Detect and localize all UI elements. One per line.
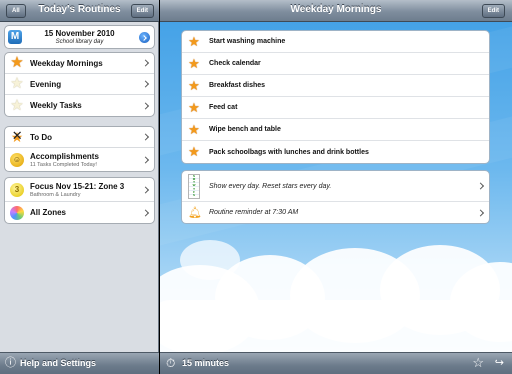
detail-toolbar: ⏱︎ 15 minutes ☆ ↪ [160, 352, 512, 374]
accomplishments-count: 11 Tasks Completed Today! [30, 161, 97, 168]
task-label: Wipe bench and table [209, 126, 281, 133]
focus-zone-area: Bathroom & Laundry [30, 191, 81, 198]
schedule-text: Show every day. Reset stars every day. [209, 182, 332, 190]
routine-detail-pane: Weekday Mornings Edit ★ Start washing ma… [160, 0, 512, 374]
task-list: ★ Start washing machine ★ Check calendar… [181, 30, 490, 164]
sidebar-toolbar: ⓘ Help and Settings [0, 352, 159, 374]
chevron-right-icon [476, 182, 485, 190]
sidebar-edit-button[interactable]: Edit [130, 4, 154, 18]
task-row[interactable]: ★ Check calendar [182, 53, 489, 75]
star-icon[interactable]: ★ [187, 56, 201, 71]
task-label: Pack schoolbags with lunches and drink b… [209, 148, 369, 156]
chevron-right-icon [476, 208, 485, 217]
chevron-right-icon [141, 208, 150, 217]
focus-zone-item[interactable]: 3 Focus Nov 15-21: Zone 3 Bathroom & Lau… [5, 178, 154, 202]
chevron-right-icon [141, 155, 150, 164]
smiley-icon: ☺ [9, 152, 25, 168]
zone-3-icon: 3 [9, 182, 25, 198]
timer-button[interactable]: 15 minutes [182, 358, 229, 368]
task-label: Check calendar [209, 60, 261, 67]
chevron-right-icon [141, 59, 150, 67]
schedule-row[interactable]: S M T W T F S Show every day. Reset star… [182, 171, 489, 202]
routine-item-weekday-mornings[interactable]: ★ Weekday Mornings [5, 53, 154, 74]
share-icon[interactable]: ↪ [495, 357, 504, 369]
accomplishments-label: Accomplishments [30, 151, 99, 161]
routine-item-evening[interactable]: ★ Evening [5, 74, 154, 95]
accomplishments-item[interactable]: ☺ Accomplishments 11 Tasks Completed Tod… [5, 148, 154, 171]
chevron-right-icon [141, 101, 150, 110]
zones-list: 3 Focus Nov 15-21: Zone 3 Bathroom & Lau… [4, 177, 155, 224]
sidebar-navbar: All Today's Routines Edit [0, 0, 159, 22]
chevron-right-icon [141, 80, 150, 88]
star-icon[interactable]: ★ [187, 100, 201, 115]
date-note: School library day [55, 39, 104, 45]
routine-title: Weekday Mornings [290, 4, 382, 15]
todo-cross-icon: ★ ✕ [10, 128, 24, 145]
star-outline-icon: ★ [10, 75, 24, 92]
help-icon[interactable]: ⓘ [5, 357, 16, 369]
all-zones-label: All Zones [30, 208, 67, 217]
todo-label: To Do [30, 132, 53, 142]
task-row[interactable]: ★ Start washing machine [182, 31, 489, 53]
routine-item-weekly-tasks[interactable]: ★ Weekly Tasks [5, 95, 154, 116]
help-settings-button[interactable]: Help and Settings [20, 358, 96, 368]
reminder-row[interactable]: 🔔︎ Routine reminder at 7:30 AM [182, 202, 489, 223]
task-row[interactable]: ★ Wipe bench and table [182, 119, 489, 141]
star-icon[interactable]: ★ [187, 122, 201, 137]
chevron-right-icon [141, 185, 150, 194]
next-day-arrow-icon[interactable] [139, 32, 150, 43]
routines-sidebar: All Today's Routines Edit M 15 November … [0, 0, 159, 374]
chevron-right-icon [141, 133, 150, 141]
task-row[interactable]: ★ Breakfast dishes [182, 75, 489, 97]
task-row[interactable]: ★ Feed cat [182, 97, 489, 119]
task-label: Start washing machine [209, 38, 286, 45]
zones-flower-icon [9, 205, 25, 221]
all-zones-item[interactable]: All Zones [5, 202, 154, 223]
detail-navbar: Weekday Mornings Edit [160, 0, 512, 22]
task-row[interactable]: ★ Pack schoolbags with lunches and drink… [182, 141, 489, 163]
task-label: Feed cat [209, 104, 238, 111]
routine-label: Weekly Tasks [30, 101, 82, 110]
routine-edit-button[interactable]: Edit [481, 4, 505, 18]
star-icon[interactable]: ★ [187, 145, 201, 159]
routine-label: Evening [30, 79, 62, 89]
star-outline-icon: ★ [10, 96, 24, 114]
todo-list: ★ ✕ To Do ☺ Accomplishments 11 Tasks Comp… [4, 126, 155, 172]
reminder-text: Routine reminder at 7:30 AM [209, 209, 299, 216]
focus-zone-label: Focus Nov 15-21: Zone 3 [30, 181, 125, 191]
star-icon[interactable]: ★ [187, 78, 201, 93]
routine-list: ★ Weekday Mornings ★ Evening ★ Weekly Ta… [4, 52, 155, 117]
star-icon[interactable]: ★ [187, 34, 201, 49]
star-icon: ★ [10, 54, 24, 71]
stopwatch-icon[interactable]: ⏱︎ [166, 357, 175, 369]
date-card[interactable]: M 15 November 2010 School library day [4, 25, 155, 49]
routine-options: S M T W T F S Show every day. Reset star… [181, 170, 490, 224]
current-date: 15 November 2010 [44, 29, 115, 38]
star-outline-icon[interactable]: ☆ [472, 356, 484, 369]
routine-label: Weekday Mornings [30, 58, 103, 68]
todo-item[interactable]: ★ ✕ To Do [5, 127, 154, 148]
bell-icon: 🔔︎ [188, 206, 202, 219]
task-label: Breakfast dishes [209, 82, 266, 89]
calendar-icon: S M T W T F S [188, 173, 200, 199]
